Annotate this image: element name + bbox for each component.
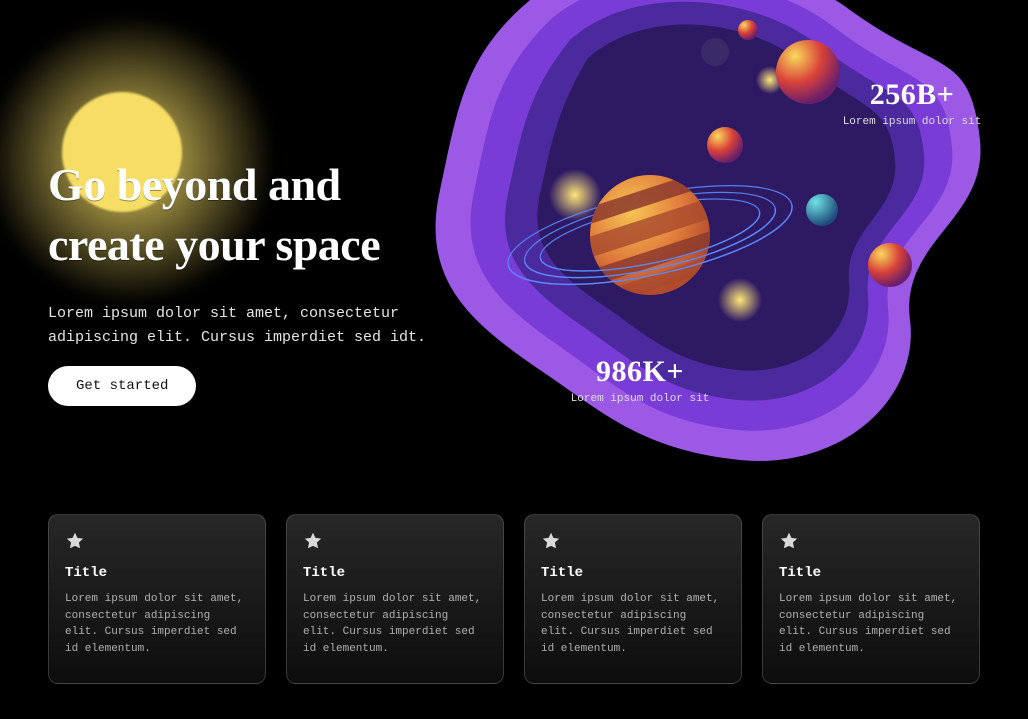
stat-b-value: 986K+ <box>530 355 750 389</box>
star-icon <box>779 531 799 551</box>
stat-b-label: Lorem ipsum dolor sit <box>530 393 750 405</box>
star-icon <box>303 531 323 551</box>
stat-a-label: Lorem ipsum dolor sit <box>822 116 1002 128</box>
feature-cards: Title Lorem ipsum dolor sit amet, consec… <box>48 514 980 684</box>
space-illustration <box>410 0 990 480</box>
hero-title-line2: create your space <box>48 219 380 270</box>
feature-card: Title Lorem ipsum dolor sit amet, consec… <box>524 514 742 684</box>
card-title: Title <box>303 565 487 581</box>
card-title: Title <box>541 565 725 581</box>
star-icon <box>65 531 85 551</box>
main-planet <box>590 175 710 295</box>
hero-subtitle: Lorem ipsum dolor sit amet, consectetur … <box>48 302 468 350</box>
feature-card: Title Lorem ipsum dolor sit amet, consec… <box>286 514 504 684</box>
blob-inner <box>505 2 924 401</box>
feature-card: Title Lorem ipsum dolor sit amet, consec… <box>48 514 266 684</box>
card-title: Title <box>779 565 963 581</box>
card-title: Title <box>65 565 249 581</box>
blob-deep <box>537 25 895 371</box>
feature-card: Title Lorem ipsum dolor sit amet, consec… <box>762 514 980 684</box>
card-desc: Lorem ipsum dolor sit amet, consectetur … <box>303 591 487 657</box>
card-desc: Lorem ipsum dolor sit amet, consectetur … <box>65 591 249 657</box>
planet-stripes <box>541 161 761 316</box>
stat-b: 986K+ Lorem ipsum dolor sit <box>530 355 750 405</box>
hero-title: Go beyond and create your space <box>48 155 380 275</box>
hero-title-line1: Go beyond and <box>48 159 341 210</box>
stat-a: 256B+ Lorem ipsum dolor sit <box>822 78 1002 128</box>
card-desc: Lorem ipsum dolor sit amet, consectetur … <box>541 591 725 657</box>
get-started-button[interactable]: Get started <box>48 366 196 406</box>
star-icon <box>541 531 561 551</box>
card-desc: Lorem ipsum dolor sit amet, consectetur … <box>779 591 963 657</box>
stat-a-value: 256B+ <box>822 78 1002 112</box>
